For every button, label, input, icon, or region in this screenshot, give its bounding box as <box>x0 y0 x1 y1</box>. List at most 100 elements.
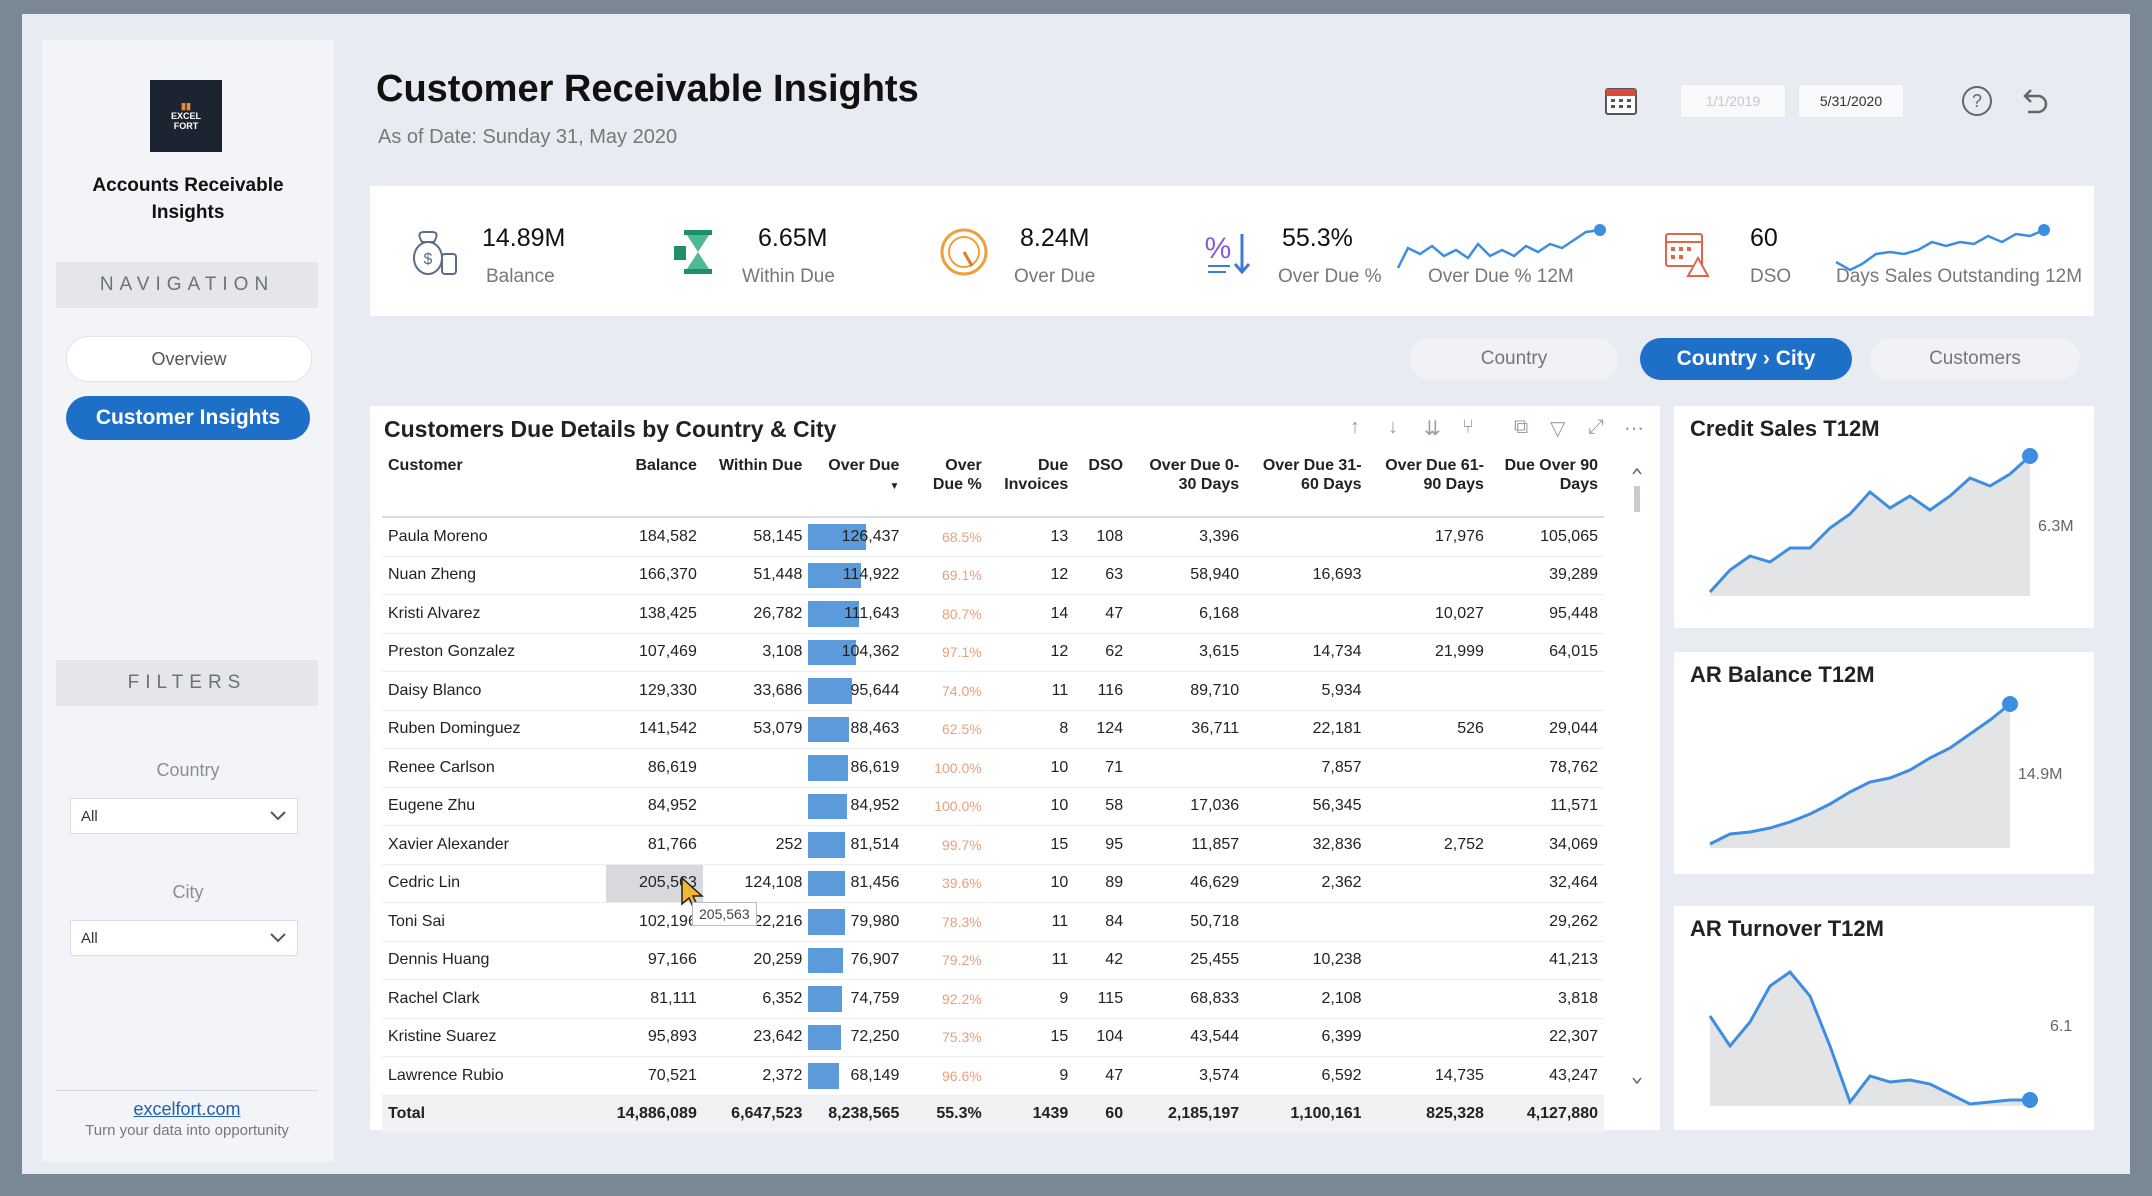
cell-value: 22,181 <box>1245 710 1368 749</box>
reset-icon[interactable] <box>2016 84 2050 118</box>
cell-value: 22,307 <box>1489 1018 1604 1057</box>
date-from-input[interactable]: 1/1/2019 <box>1680 84 1786 118</box>
col-customer[interactable]: Customer <box>382 456 606 518</box>
ar-turnover-end-point[interactable] <box>2022 1092 2038 1108</box>
cell-value: 21,999 <box>1367 633 1490 672</box>
over-due-bar <box>808 716 850 742</box>
cell-value: 26,782 <box>702 594 809 634</box>
table-scrollbar[interactable] <box>1632 466 1642 1086</box>
table-row[interactable]: Dennis Huang 97,166 20,259 76,907 79.2% 11 42 2… <box>382 941 1604 980</box>
country-filter-dropdown[interactable]: All <box>70 798 298 834</box>
cell-over-due: 81,456 <box>808 864 906 903</box>
expand-hierarchy-icon[interactable]: ⑂ <box>1462 416 1474 439</box>
cell-value: 81,766 <box>605 825 703 865</box>
calendar-icon[interactable] <box>1604 84 1638 116</box>
col-over-due-31-60[interactable]: Over Due 31-60 Days <box>1245 456 1368 518</box>
more-options-icon[interactable]: ⋯ <box>1624 416 1644 441</box>
table-row[interactable]: Kristine Suarez 95,893 23,642 72,250 75.3% 15… <box>382 1018 1604 1057</box>
over-due-value: 86,619 <box>850 758 900 776</box>
tab-country-city[interactable]: Country › City <box>1640 338 1852 380</box>
cell-value: 166,370 <box>605 556 703 595</box>
cell-value: 129,330 <box>605 671 703 711</box>
ar-balance-chart-card: AR Balance T12M 14.9M <box>1674 652 2094 874</box>
col-over-due-pct[interactable]: Over Due % <box>905 456 988 518</box>
cell-value: 124,108 <box>702 864 809 903</box>
nav-overview-button[interactable]: Overview <box>66 336 312 382</box>
cell-over-due-pct: 68.5% <box>905 517 988 557</box>
cell-value <box>1245 594 1368 634</box>
table-row[interactable]: Rachel Clark 81,111 6,352 74,759 92.2% 9 115 68… <box>382 979 1604 1019</box>
ar-balance-end-point[interactable] <box>2002 696 2018 712</box>
cell-value: 97,166 <box>605 941 703 980</box>
cell-value: 42 <box>1074 941 1130 980</box>
table-row[interactable]: Lawrence Rubio 70,521 2,372 68,149 96.6% 9 47 3… <box>382 1056 1604 1096</box>
col-due-over-90[interactable]: Due Over 90 Days <box>1489 456 1604 518</box>
col-over-due-0-30[interactable]: Over Due 0-30 Days <box>1129 456 1246 518</box>
drill-down-icon[interactable]: ⇊ <box>1424 416 1441 441</box>
total-value: 1,100,161 <box>1245 1095 1368 1133</box>
credit-sales-end-point[interactable] <box>2022 448 2038 464</box>
chevron-down-icon <box>270 811 286 821</box>
cell-value: 115 <box>1074 979 1130 1019</box>
col-over-due-61-90[interactable]: Over Due 61-90 Days <box>1367 456 1490 518</box>
total-value: 60 <box>1074 1095 1130 1133</box>
table-row[interactable]: Cedric Lin 205,563 124,108 81,456 39.6% 10 89 4… <box>382 864 1604 903</box>
focus-mode-icon[interactable]: ⤢ <box>1588 416 1604 439</box>
ar-turnover-chart-card: AR Turnover T12M 6.1 <box>1674 906 2094 1130</box>
cell-value <box>1367 787 1490 826</box>
over-due-value: 114,922 <box>842 566 900 584</box>
cell-value: 7,857 <box>1245 748 1368 788</box>
cell-value: 95 <box>1074 825 1130 865</box>
cell-value: 9 <box>987 979 1075 1019</box>
cell-value: 58,940 <box>1129 556 1246 595</box>
cell-value: 11 <box>987 941 1075 980</box>
date-to-input[interactable]: 5/31/2020 <box>1798 84 1904 118</box>
table-row[interactable]: Xavier Alexander 81,766 252 81,514 99.7% 15 95… <box>382 825 1604 865</box>
col-within-due[interactable]: Within Due <box>702 456 809 518</box>
cell-value: 64,015 <box>1489 633 1604 672</box>
copy-icon[interactable]: ⧉ <box>1514 416 1528 439</box>
table-row[interactable]: Toni Sai 102,196 22,216 79,980 78.3% 11 84 50,7… <box>382 902 1604 942</box>
table-row[interactable]: Preston Gonzalez 107,469 3,108 104,362 97.1%… <box>382 633 1604 672</box>
col-due-invoices[interactable]: Due Invoices <box>987 456 1075 518</box>
cell-over-due: 88,463 <box>808 710 906 749</box>
excelfort-logo: ▮▮ EXCEL FORT <box>150 80 222 152</box>
cell-value: 11,857 <box>1129 825 1246 865</box>
cell-value: 43,544 <box>1129 1018 1246 1057</box>
cell-value: 89 <box>1074 864 1130 903</box>
over-due-bar <box>808 832 846 858</box>
help-icon[interactable]: ? <box>1960 84 1994 118</box>
tab-customers[interactable]: Customers <box>1870 338 2080 380</box>
filter-icon[interactable]: ▽ <box>1550 416 1565 441</box>
col-dso[interactable]: DSO <box>1074 456 1130 518</box>
cell-customer: Kristi Alvarez <box>382 594 606 634</box>
table-row[interactable]: Daisy Blanco 129,330 33,686 95,644 74.0% 11 11… <box>382 671 1604 711</box>
svg-text:%: % <box>1205 232 1232 265</box>
excelfort-link[interactable]: excelfort.com <box>56 1099 318 1120</box>
city-filter-dropdown[interactable]: All <box>70 920 298 956</box>
cell-value: 10 <box>987 787 1075 826</box>
cell-value: 252 <box>702 825 809 865</box>
navigation-heading: NAVIGATION <box>56 262 318 308</box>
col-balance[interactable]: Balance <box>605 456 703 518</box>
over-due-value: 111,643 <box>843 604 900 622</box>
tab-country[interactable]: Country <box>1410 338 1618 380</box>
cell-value: 11,571 <box>1489 787 1604 826</box>
percent-down-icon: % <box>1205 232 1251 275</box>
sort-down-icon[interactable]: ↓ <box>1388 416 1398 439</box>
table-row[interactable]: Nuan Zheng 166,370 51,448 114,922 69.1% 12 63 5… <box>382 556 1604 595</box>
table-row[interactable]: Eugene Zhu 84,952 84,952 100.0% 10 58 17,036 56… <box>382 787 1604 826</box>
chevron-down-icon <box>270 933 286 943</box>
cell-value: 116 <box>1074 671 1130 711</box>
table-row[interactable]: Kristi Alvarez 138,425 26,782 111,643 80.7% 1… <box>382 594 1604 634</box>
cell-over-due: 95,644 <box>808 671 906 711</box>
table-row[interactable]: Renee Carlson 86,619 86,619 100.0% 10 71 7,857… <box>382 748 1604 788</box>
table-row[interactable]: Paula Moreno 184,582 58,145 126,437 68.5% 13 1… <box>382 517 1604 557</box>
table-row[interactable]: Ruben Dominguez 141,542 53,079 88,463 62.5% 8… <box>382 710 1604 749</box>
nav-customer-insights-button[interactable]: Customer Insights <box>66 396 310 440</box>
cell-value: 8 <box>987 710 1075 749</box>
sort-up-icon[interactable]: ↑ <box>1350 416 1360 439</box>
col-over-due[interactable]: Over Due ▼ <box>808 456 906 518</box>
over-due-value: 81,514 <box>850 835 900 853</box>
svg-text:?: ? <box>1972 91 1982 111</box>
